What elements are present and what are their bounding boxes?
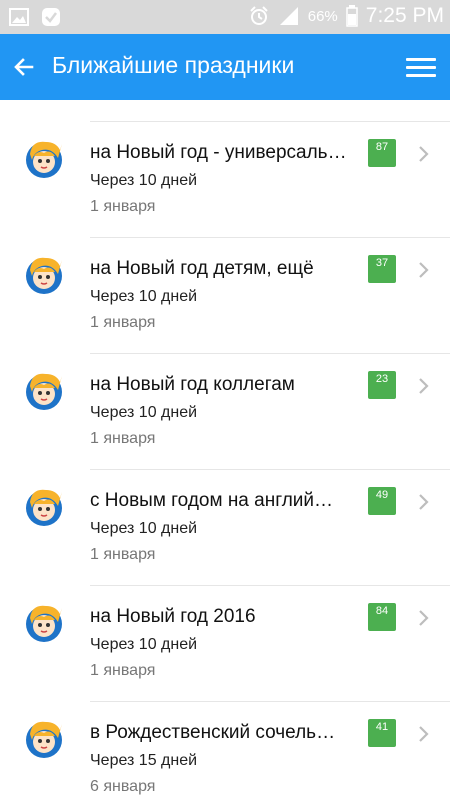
- count-badge: 23: [368, 371, 396, 399]
- clock: 7:25 PM: [365, 4, 444, 27]
- days-until: Через 10 дней: [90, 404, 198, 421]
- holiday-title: на Новый год - универсаль…: [90, 142, 347, 163]
- days-until: Через 10 дней: [90, 520, 198, 537]
- list-item[interactable]: с Новым годом на англий… Через 10 дней 1…: [0, 448, 450, 586]
- list-item[interactable]: на Новый год детям, ещё Через 10 дней 1 …: [0, 216, 450, 354]
- status-bar: 66% 7:25 PM: [0, 0, 450, 34]
- holiday-title: с Новым годом на англий…: [90, 490, 334, 511]
- count-badge: 84: [368, 603, 396, 631]
- page-title: Ближайшие праздники: [52, 52, 295, 78]
- avatar-icon: [26, 721, 62, 758]
- signal-icon: [279, 7, 298, 25]
- days-until: Через 10 дней: [90, 172, 198, 189]
- menu-icon-line: [406, 57, 436, 61]
- holiday-date: 1 января: [90, 546, 156, 563]
- menu-button[interactable]: [406, 52, 436, 82]
- chevron-right-icon: [419, 378, 429, 394]
- holiday-title: на Новый год детям, ещё: [90, 258, 314, 279]
- count-badge: 49: [368, 487, 396, 515]
- count-badge: 41: [368, 719, 396, 747]
- holiday-title: на Новый год коллегам: [90, 374, 295, 395]
- back-button[interactable]: [4, 47, 44, 87]
- avatar-icon: [26, 257, 62, 294]
- holiday-title: на Новый год 2016: [90, 606, 256, 627]
- list-item[interactable]: в Рождественский сочель… Через 15 дней 6…: [0, 680, 450, 796]
- holiday-date: 1 января: [90, 314, 156, 331]
- avatar-icon: [26, 373, 62, 410]
- holiday-list[interactable]: на Новый год - универсаль… Через 10 дней…: [0, 100, 450, 800]
- days-until: Через 10 дней: [90, 288, 198, 305]
- count-badge: 37: [368, 255, 396, 283]
- days-until: Через 10 дней: [90, 636, 198, 653]
- app-bar: Ближайшие праздники: [0, 34, 450, 100]
- holiday-date: 1 января: [90, 198, 156, 215]
- holiday-date: 6 января: [90, 778, 156, 795]
- count-badge: 87: [368, 139, 396, 167]
- avatar-icon: [26, 489, 62, 526]
- chevron-right-icon: [419, 262, 429, 278]
- back-arrow-icon: [14, 58, 34, 76]
- chevron-right-icon: [419, 610, 429, 626]
- list-item[interactable]: на Новый год коллегам Через 10 дней 1 ян…: [0, 332, 450, 470]
- days-until: Через 15 дней: [90, 752, 198, 769]
- list-item[interactable]: на Новый год 2016 Через 10 дней 1 января…: [0, 564, 450, 702]
- chevron-right-icon: [419, 726, 429, 742]
- holiday-title: в Рождественский сочель…: [90, 722, 336, 743]
- alarm-icon: [250, 6, 268, 25]
- chevron-right-icon: [419, 146, 429, 162]
- chevron-right-icon: [419, 494, 429, 510]
- avatar-icon: [26, 141, 62, 178]
- battery-icon: [346, 5, 358, 27]
- holiday-date: 1 января: [90, 662, 156, 679]
- avatar-icon: [26, 605, 62, 642]
- menu-icon-line: [406, 65, 436, 69]
- menu-icon-line: [406, 73, 436, 77]
- gallery-icon: [9, 8, 29, 26]
- check-badge-icon: [42, 8, 60, 26]
- battery-percent: 66%: [307, 7, 338, 25]
- holiday-date: 1 января: [90, 430, 156, 447]
- list-item[interactable]: на Новый год - универсаль… Через 10 дней…: [0, 100, 450, 238]
